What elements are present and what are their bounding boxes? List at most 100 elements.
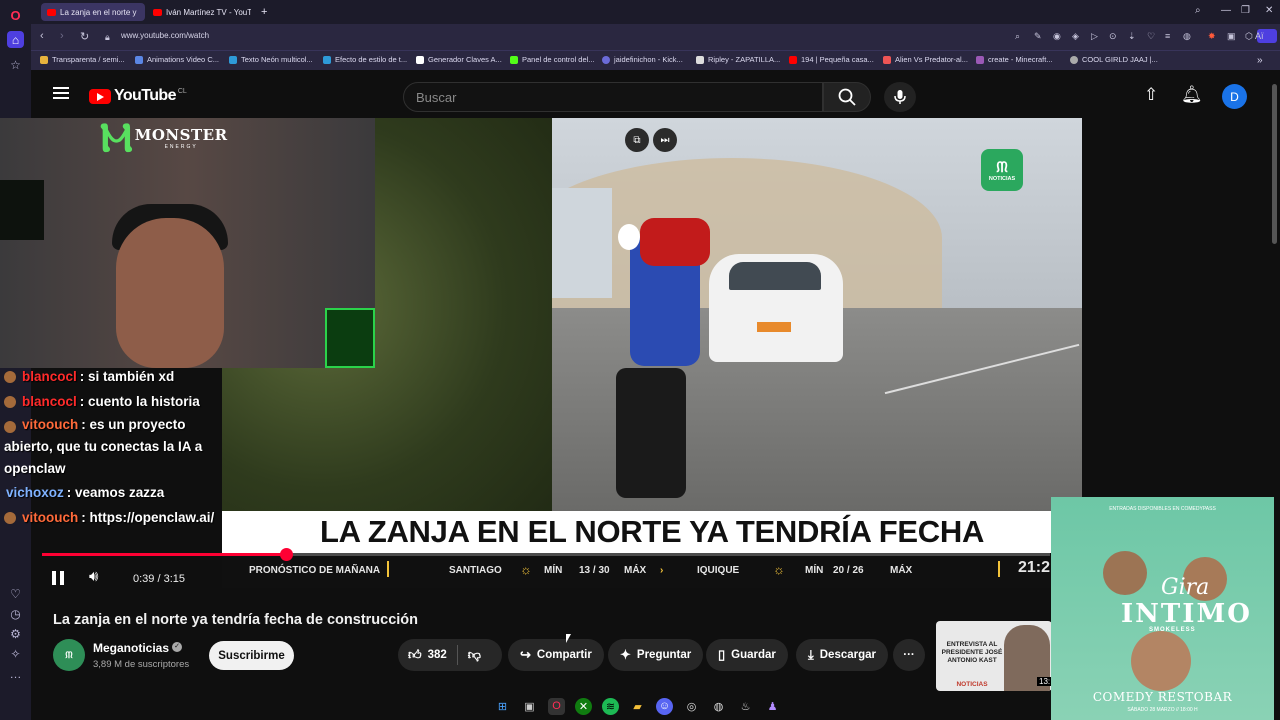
extension-icon[interactable]: ✸	[1208, 31, 1216, 42]
discord-icon[interactable]: ☺	[656, 697, 673, 715]
download-button[interactable]: ⤓ Descargar	[796, 639, 889, 671]
lightbulb-icon[interactable]: ✧	[7, 645, 24, 662]
reload-icon[interactable]: ↻	[80, 30, 89, 43]
tab-strip: La zanja en el norte y Iván Martínez TV …	[31, 0, 1280, 24]
home-icon[interactable]: ⌂	[7, 31, 24, 48]
pause-button[interactable]	[52, 571, 64, 585]
snapshot-icon[interactable]: ⊙	[1109, 31, 1117, 42]
skip-button[interactable]: ⏭︎	[653, 128, 677, 152]
tab-title: Iván Martínez TV - YouTub	[166, 7, 251, 17]
ask-button[interactable]: ✦ Preguntar	[608, 639, 704, 671]
avatar[interactable]: D	[1222, 84, 1247, 109]
heart-icon[interactable]: ♡	[7, 585, 24, 602]
sun-icon: ☼	[520, 562, 532, 577]
save-button[interactable]: ▯ Guardar	[706, 639, 788, 671]
share-button[interactable]: ↪ Compartir	[508, 639, 604, 671]
bookmark-item[interactable]: jaidefinichon - Kick...	[602, 55, 683, 64]
bookmark-item[interactable]: Panel de control del...	[510, 55, 595, 64]
page-scrollbar[interactable]	[1272, 84, 1277, 244]
like-dislike-group: 👍︎ 382 👎︎	[398, 639, 502, 671]
steam-icon[interactable]: ♨	[737, 698, 754, 715]
bookmark-item[interactable]: Efecto de estilo de t...	[323, 55, 407, 64]
app-icon[interactable]: ◍	[710, 698, 727, 715]
shield-icon[interactable]: ◈	[1072, 31, 1079, 42]
bookmark-item[interactable]: COOL GIRLD JAAJ |...	[1070, 55, 1158, 64]
history-icon[interactable]: ◷	[7, 605, 24, 622]
windows-start-icon[interactable]: ⊞	[494, 698, 511, 715]
forward-icon[interactable]: ›	[60, 30, 64, 42]
zoom-icon[interactable]: ⌕	[1015, 31, 1020, 42]
voice-search-button[interactable]	[884, 82, 916, 112]
menu-icon[interactable]	[53, 87, 69, 99]
extensions-icon[interactable]: ⬡	[1245, 31, 1253, 42]
bookmark-item[interactable]: Ripley - ZAPATILLA...	[696, 55, 780, 64]
subscribe-button[interactable]: Suscribirme	[209, 641, 294, 670]
maximize-icon[interactable]: ❐	[1241, 5, 1250, 16]
progress-bar[interactable]	[42, 548, 1050, 561]
notifications-bell-icon[interactable]: 🔔︎	[1181, 85, 1203, 105]
recommended-video-thumbnail[interactable]: ENTREVISTA AL PRESIDENTE JOSÉ ANTONIO KA…	[936, 621, 1052, 691]
bookmarks-bar: Transparenta / semi... Animations Video …	[31, 50, 1280, 70]
bookmark-item[interactable]: Transparenta / semi...	[40, 55, 125, 64]
bookmark-icon	[1070, 55, 1078, 64]
back-icon[interactable]: ‹	[40, 30, 44, 42]
bookmark-item[interactable]: Alien Vs Predator-al...	[883, 55, 968, 64]
miniplayer-button[interactable]: ⧉	[625, 128, 649, 152]
url-field[interactable]: www.youtube.com/watch	[121, 31, 209, 40]
edit-icon[interactable]: ✎	[1034, 31, 1042, 42]
spotify-icon[interactable]: ≋	[602, 697, 619, 715]
ai-button[interactable]: Aï	[1255, 31, 1264, 41]
sparkle-icon: ✦	[620, 647, 631, 662]
youtube-logo[interactable]: YouTube CL	[89, 87, 187, 105]
settings-icon[interactable]: ⚙	[7, 625, 24, 642]
bookmark-item[interactable]: Generador Claves A...	[416, 55, 502, 64]
star-icon[interactable]: ☆	[7, 56, 24, 73]
dislike-button[interactable]: 👎︎	[458, 639, 491, 671]
scrubber-handle[interactable]	[279, 548, 293, 561]
chat-message: blancocl: si también xd	[0, 364, 240, 389]
more-icon[interactable]: …	[7, 665, 24, 682]
lock-icon: 🔒︎	[105, 32, 110, 42]
obs-icon[interactable]: ◎	[683, 698, 700, 715]
time-display: 0:39 / 3:15	[133, 573, 185, 585]
bookmark-item[interactable]: Animations Video C...	[135, 55, 219, 64]
like-button[interactable]: 👍︎ 382	[398, 639, 457, 671]
channel-name[interactable]: Meganoticias	[93, 641, 169, 655]
profile-icon[interactable]: ◍	[1183, 31, 1191, 42]
new-tab-button[interactable]: +	[258, 3, 272, 21]
chat-badge-icon	[4, 421, 16, 433]
app-icon[interactable]: ♟	[764, 698, 781, 715]
search-tabs-icon[interactable]: ⌕	[1195, 5, 1201, 16]
youtube-header: YouTube CL Buscar ⇧ 🔔︎ D	[31, 70, 1280, 120]
task-view-icon[interactable]: ▣	[521, 698, 538, 715]
close-icon[interactable]: ✕	[1265, 5, 1273, 16]
bookmark-item[interactable]: 194 | Pequeña casa...	[789, 55, 874, 64]
extension-icon[interactable]: ▣	[1227, 31, 1236, 42]
bookmark-item[interactable]: Texto Neón multicol...	[229, 55, 313, 64]
search-input[interactable]: Buscar	[403, 82, 823, 112]
xbox-icon[interactable]: ✕	[575, 697, 592, 715]
heart-icon[interactable]: ♡	[1147, 31, 1155, 42]
bookmark-item[interactable]: create - Minecraft...	[976, 55, 1053, 64]
bookmark-icon	[229, 55, 237, 64]
camera-icon[interactable]: ◉	[1053, 31, 1061, 42]
search-button[interactable]	[823, 82, 871, 112]
tab-current[interactable]: La zanja en el norte y	[41, 3, 145, 21]
opera-icon[interactable]: O	[548, 697, 565, 715]
monster-can	[325, 308, 375, 368]
tab-ivan[interactable]: Iván Martínez TV - YouTub	[147, 3, 251, 21]
volume-icon[interactable]: 🔊︎	[89, 568, 98, 585]
chat-badge-icon	[4, 396, 16, 408]
channel-avatar[interactable]: ᙏ	[53, 639, 85, 671]
bookmarks-overflow-icon[interactable]: »	[1257, 55, 1263, 66]
youtube-play-icon	[89, 88, 111, 104]
minimize-icon[interactable]: —	[1221, 5, 1231, 16]
opera-logo-icon[interactable]: O	[7, 7, 24, 24]
file-explorer-icon[interactable]: ▰	[629, 698, 646, 715]
upload-icon[interactable]: ⇧	[1144, 85, 1158, 105]
more-actions-button[interactable]: ···	[893, 639, 925, 671]
menu-icon[interactable]: ≡	[1165, 31, 1170, 41]
monster-can	[0, 180, 44, 240]
play-icon[interactable]: ▷	[1091, 31, 1098, 42]
download-icon[interactable]: ⇣	[1128, 31, 1136, 42]
